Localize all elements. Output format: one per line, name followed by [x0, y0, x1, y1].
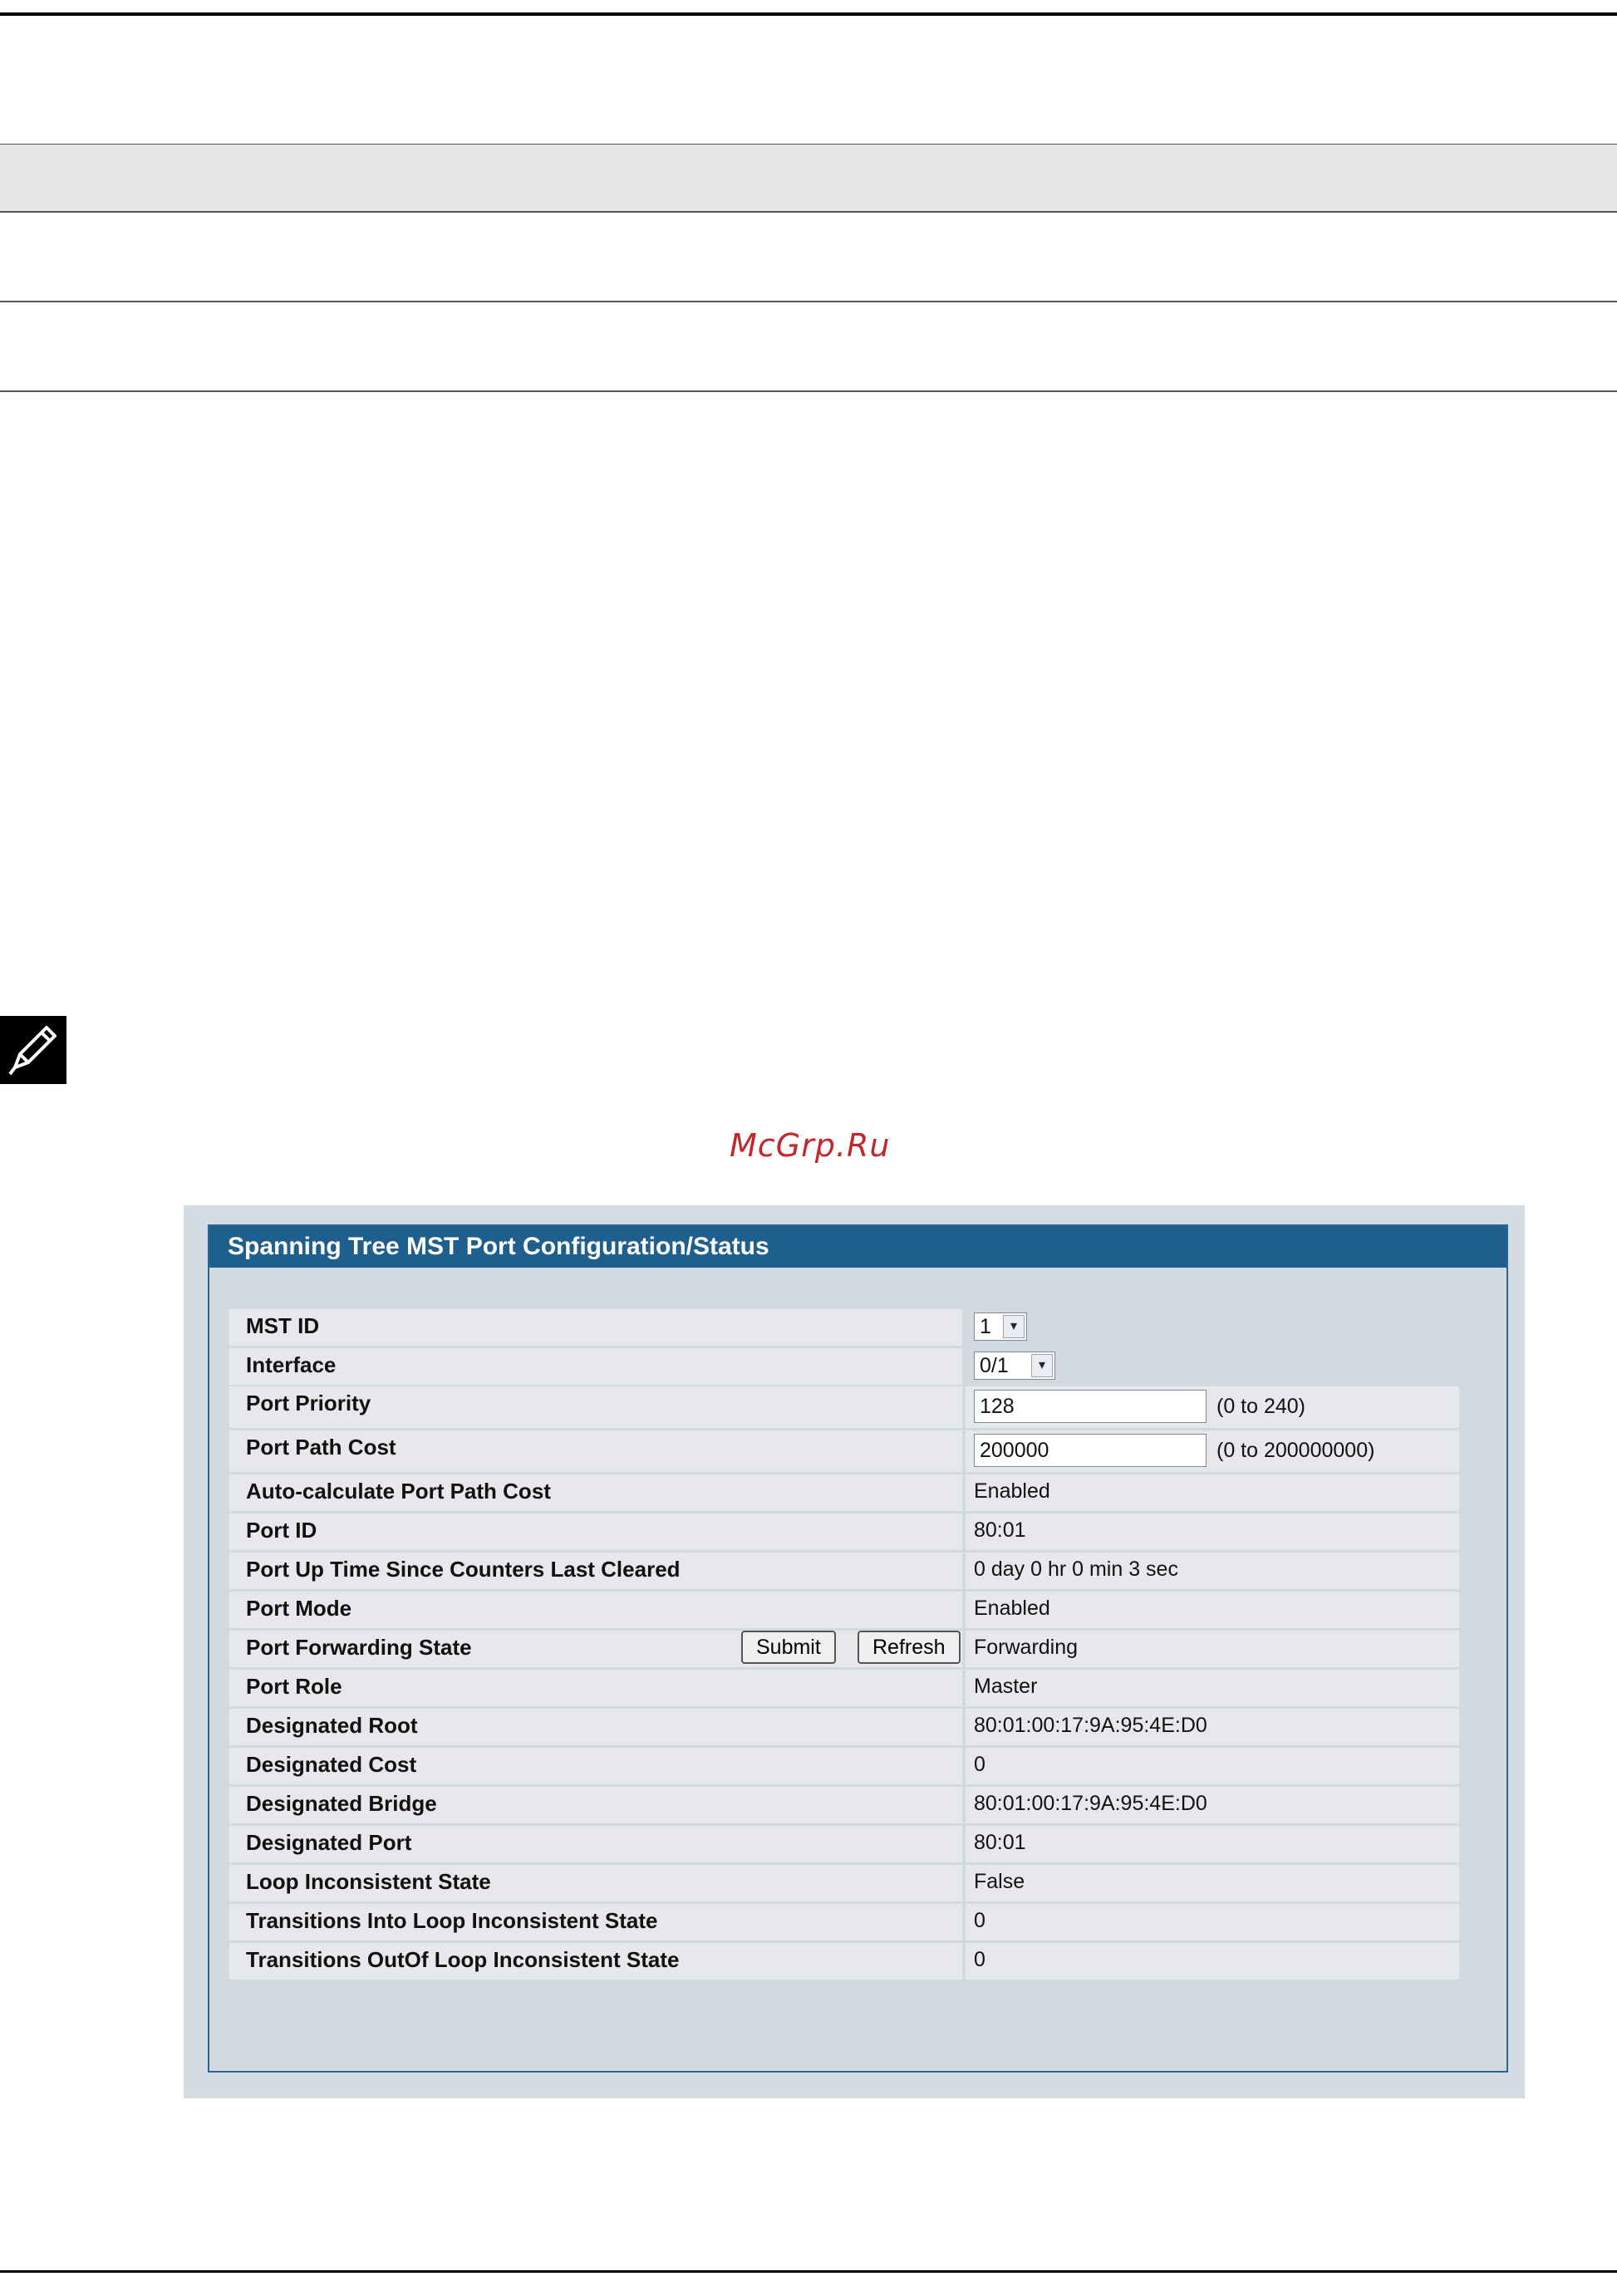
table-row: Port Role Master [229, 1670, 1459, 1706]
row-label: Port ID [229, 1513, 962, 1550]
row-label: Port Mode [229, 1592, 962, 1628]
row-value: Enabled [966, 1474, 1459, 1511]
table-row: MST ID 1 ▾ [229, 1309, 1459, 1346]
row-label: Port Priority [229, 1386, 962, 1428]
table-row: Designated Bridge 80:01:00:17:9A:95:4E:D0 [229, 1787, 1459, 1823]
row-label: MST ID [229, 1309, 962, 1346]
table-row: Port Forwarding State Forwarding [229, 1631, 1459, 1667]
watermark: McGrp.Ru [730, 1127, 891, 1164]
table-row: Transitions Into Loop Inconsistent State… [229, 1904, 1459, 1940]
note-pencil-icon [0, 1016, 66, 1084]
select-value: 1 [980, 1315, 991, 1338]
row-value-cell: 128 (0 to 240) [966, 1386, 1459, 1428]
row-label: Designated Root [229, 1709, 962, 1745]
table-row: Port ID 80:01 [229, 1513, 1459, 1550]
table-row: Interface 0/1 ▾ [229, 1348, 1459, 1385]
row-value: 80:01 [966, 1826, 1459, 1862]
row-label: Auto-calculate Port Path Cost [229, 1474, 962, 1511]
table-row: Port Priority 128 (0 to 240) [229, 1386, 1459, 1428]
row-value: 0 [966, 1943, 1459, 1980]
row-label: Transitions Into Loop Inconsistent State [229, 1904, 962, 1940]
row-value: 0 [966, 1904, 1459, 1940]
table-rule-3 [0, 301, 1617, 302]
refresh-button[interactable]: Refresh [858, 1631, 961, 1664]
row-value: False [966, 1865, 1459, 1901]
row-label: Port Forwarding State [229, 1631, 962, 1667]
row-label: Designated Bridge [229, 1787, 962, 1823]
row-value: 0 day 0 hr 0 min 3 sec [966, 1553, 1459, 1589]
row-value: Forwarding [966, 1631, 1459, 1667]
row-value-cell: 1 ▾ [966, 1309, 1459, 1346]
row-label: Designated Port [229, 1826, 962, 1862]
table-rule-2 [0, 211, 1617, 213]
table-row: Port Up Time Since Counters Last Cleared… [229, 1553, 1459, 1589]
row-value: 80:01 [966, 1513, 1459, 1550]
table-row: Designated Root 80:01:00:17:9A:95:4E:D0 [229, 1709, 1459, 1745]
row-value: Master [966, 1670, 1459, 1706]
row-value: 80:01:00:17:9A:95:4E:D0 [966, 1787, 1459, 1823]
row-label: Port Path Cost [229, 1430, 962, 1472]
table-row: Port Mode Enabled [229, 1592, 1459, 1628]
row-label: Port Up Time Since Counters Last Cleared [229, 1553, 962, 1589]
chevron-down-icon[interactable]: ▾ [1003, 1315, 1025, 1338]
table-rule-4 [0, 390, 1617, 392]
range-hint: (0 to 200000000) [1216, 1439, 1375, 1462]
row-label: Port Role [229, 1670, 962, 1706]
range-hint: (0 to 240) [1216, 1395, 1306, 1418]
row-label: Designated Cost [229, 1748, 962, 1784]
mst-id-select[interactable]: 1 ▾ [974, 1312, 1027, 1341]
submit-button[interactable]: Submit [741, 1631, 836, 1664]
row-label: Loop Inconsistent State [229, 1865, 962, 1901]
port-priority-input[interactable]: 128 [974, 1390, 1207, 1423]
select-value: 0/1 [980, 1354, 1009, 1377]
table-row: Transitions OutOf Loop Inconsistent Stat… [229, 1943, 1459, 1980]
port-path-cost-input[interactable]: 200000 [974, 1434, 1207, 1467]
interface-select[interactable]: 0/1 ▾ [974, 1352, 1055, 1380]
row-value-cell: 200000 (0 to 200000000) [966, 1430, 1459, 1472]
table-row: Designated Port 80:01 [229, 1826, 1459, 1862]
bottom-rule [0, 2270, 1617, 2273]
table-row: Port Path Cost 200000 (0 to 200000000) [229, 1430, 1459, 1472]
row-value: 0 [966, 1748, 1459, 1784]
row-value-cell: 0/1 ▾ [966, 1348, 1459, 1385]
table-header-band [0, 145, 1617, 211]
row-label: Transitions OutOf Loop Inconsistent Stat… [229, 1943, 962, 1980]
table-row: Loop Inconsistent State False [229, 1865, 1459, 1901]
top-rule [0, 12, 1617, 16]
row-label: Interface [229, 1348, 962, 1385]
row-value: 80:01:00:17:9A:95:4E:D0 [966, 1709, 1459, 1745]
table-row: Designated Cost 0 [229, 1748, 1459, 1784]
chevron-down-icon[interactable]: ▾ [1031, 1354, 1053, 1377]
row-value: Enabled [966, 1592, 1459, 1628]
panel-title: Spanning Tree MST Port Configuration/Sta… [209, 1226, 1506, 1268]
table-row: Auto-calculate Port Path Cost Enabled [229, 1474, 1459, 1511]
